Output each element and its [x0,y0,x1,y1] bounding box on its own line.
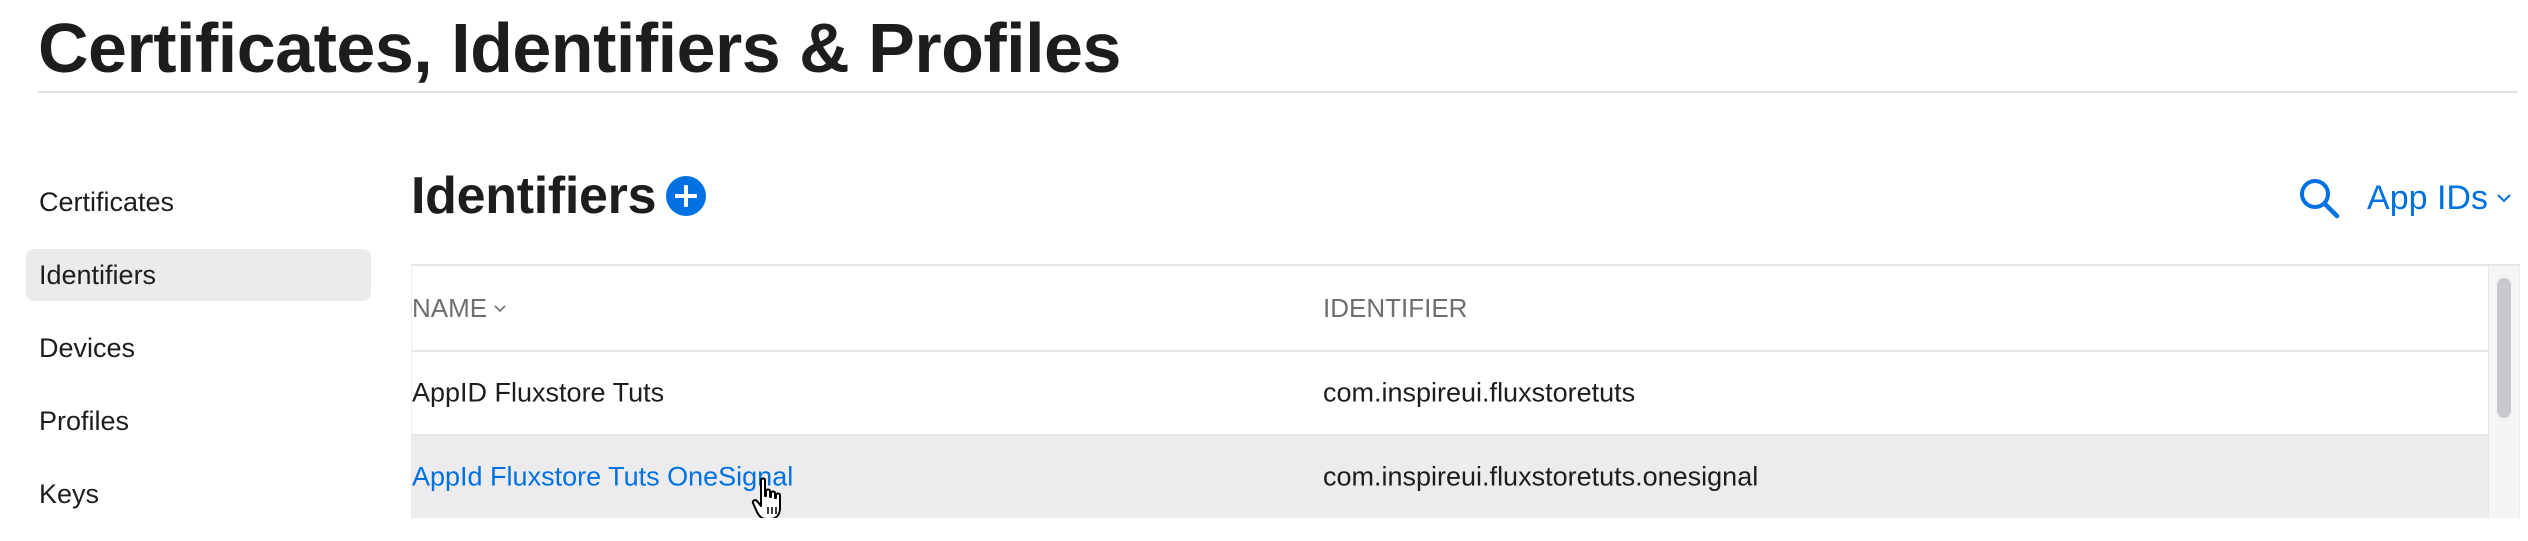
row-identifier: com.inspireui.fluxstoretuts [1323,377,1636,408]
row-name-link[interactable]: AppId Fluxstore Tuts OneSignal [412,462,793,493]
section-header: Identifiers [411,166,707,226]
plus-circle-icon[interactable] [666,176,707,216]
table-header: NAME IDENTIFIER [412,266,2489,352]
table-row[interactable]: AppId Fluxstore Tuts OneSignal com.inspi… [412,436,2489,518]
row-name[interactable]: AppID Fluxstore Tuts [412,378,664,409]
row-identifier: com.inspireui.fluxstoretuts.onesignal [1323,461,1759,492]
column-header-identifier[interactable]: IDENTIFIER [1323,293,1467,324]
page-title: Certificates, Identifiers & Profiles [38,9,1121,87]
column-header-label: IDENTIFIER [1323,292,1468,323]
chevron-down-icon [2497,194,2511,203]
column-header-name[interactable]: NAME [412,293,507,324]
hand-pointer-cursor-icon [751,477,781,518]
section-title: Identifiers [411,167,657,225]
sidebar-item-label: Devices [39,332,136,363]
app-ids-filter-dropdown[interactable]: App IDs [2367,179,2512,218]
sidebar-item-label: Certificates [39,186,175,217]
search-icon[interactable] [2297,176,2341,220]
sidebar-item-certificates[interactable]: Certificates [26,176,371,228]
sidebar: Certificates Identifiers Devices Profile… [26,176,371,541]
sidebar-item-devices[interactable]: Devices [26,322,371,374]
sort-chevron-icon [494,304,506,312]
table-row[interactable]: AppID Fluxstore Tuts com.inspireui.fluxs… [412,352,2489,436]
header-tools: App IDs [2297,176,2512,220]
column-header-label: NAME [412,292,488,323]
sidebar-item-keys[interactable]: Keys [26,468,371,520]
sidebar-item-label: Identifiers [39,259,157,290]
filter-label: App IDs [2367,178,2488,217]
sidebar-item-label: Keys [39,478,100,509]
table-scrollbar[interactable] [2488,266,2519,518]
sidebar-item-identifiers[interactable]: Identifiers [26,249,371,301]
sidebar-item-profiles[interactable]: Profiles [26,395,371,447]
title-divider [38,91,2518,93]
identifiers-table: NAME IDENTIFIER AppID Fluxstore Tuts com… [411,264,2520,518]
scrollbar-thumb[interactable] [2497,278,2511,418]
sidebar-item-label: Profiles [39,405,130,436]
